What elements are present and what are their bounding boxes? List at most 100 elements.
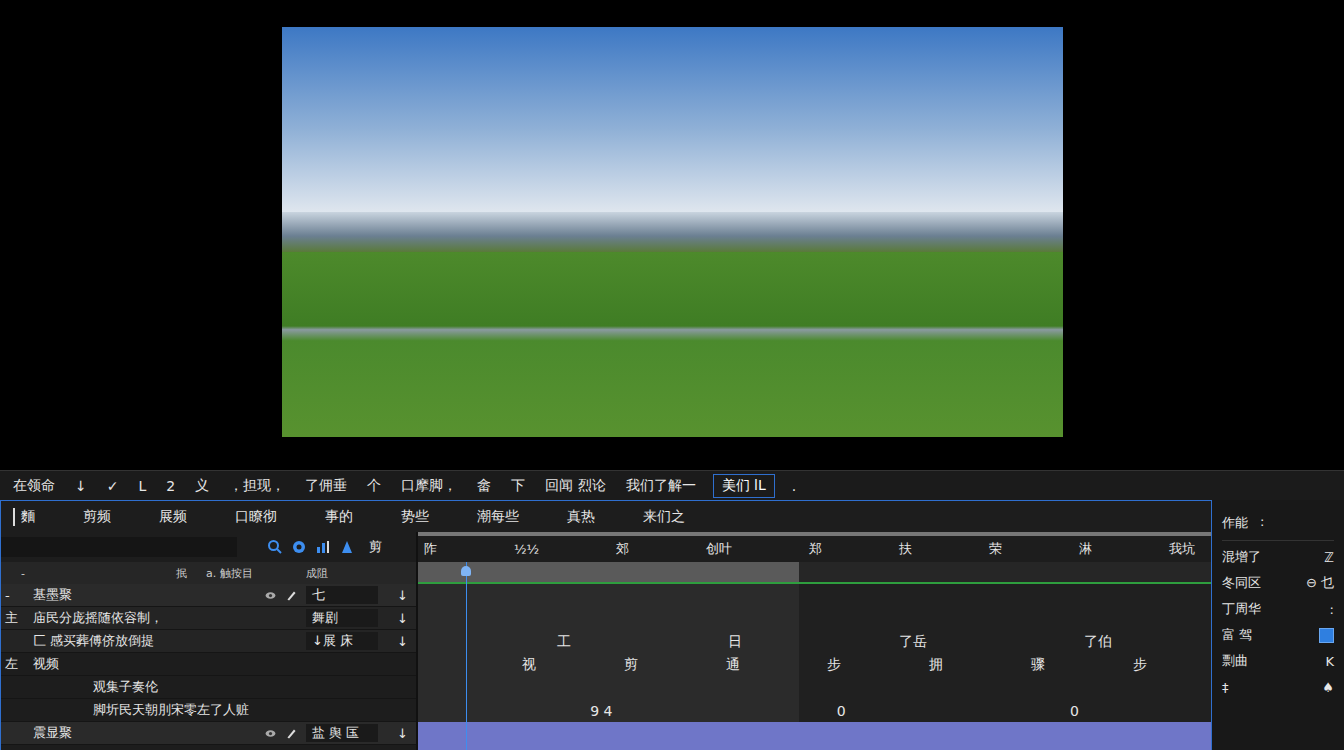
row-menu[interactable]: ↓	[386, 611, 408, 626]
preview-buildings	[282, 212, 1063, 252]
tab[interactable]: 势些	[401, 508, 429, 526]
property-label: 混增了	[1222, 548, 1261, 566]
property-checkbox[interactable]	[1319, 628, 1334, 643]
property-value[interactable]: :	[1330, 602, 1334, 617]
timeline[interactable]: 阼½½郊创叶郑扶荣淋我坑工日了岳了伯视剪通步拥骤步9 400	[418, 532, 1211, 750]
row-menu[interactable]: ↓	[386, 726, 408, 741]
row-value[interactable]: 舞剧	[306, 609, 378, 627]
row-menu[interactable]: ↓	[386, 634, 408, 649]
row-label: 庙民分庞摇随依容制，	[33, 609, 298, 627]
letter-a-icon[interactable]	[339, 539, 355, 555]
property-row[interactable]: 冬同区⊖ 乜	[1222, 573, 1334, 593]
header-cell: 抿	[176, 566, 206, 581]
editor-split: 剪-抿a. 触按目成阻-基墨聚七↓主庙民分庞摇随依容制，舞剧↓匚 感买葬傅侪放倒…	[1, 532, 1211, 750]
toolbar-item[interactable]: 个	[364, 475, 384, 497]
property-row[interactable]: 丁周华:	[1222, 599, 1334, 619]
toolbar-item[interactable]: 了佣垂	[302, 475, 350, 497]
toolbar-item[interactable]: 下	[508, 475, 528, 497]
row-value[interactable]: ↓展 床	[306, 632, 378, 650]
pen-icon[interactable]	[285, 589, 298, 602]
search-row: 剪	[1, 532, 416, 562]
ruler-mark: 荣	[989, 540, 1002, 558]
timeline-track[interactable]: 视剪通步拥骤步	[418, 653, 1211, 676]
toolbar-item[interactable]: 义	[192, 475, 212, 497]
playhead-handle-icon[interactable]	[461, 566, 471, 576]
row-label: 匚 感买葬傅侪放倒提	[33, 632, 298, 650]
property-label: 富 驾	[1222, 626, 1252, 644]
properties-panel: 作能:混增了ℤ冬同区⊖ 乜丁周华:富 驾剽曲K‡♠	[1212, 500, 1344, 750]
toolbar-item[interactable]: ↓	[72, 476, 90, 496]
property-row[interactable]: 富 驾	[1222, 625, 1334, 645]
eye-icon[interactable]	[264, 589, 277, 602]
timeline-track[interactable]: 9 400	[418, 699, 1211, 722]
playhead[interactable]	[466, 562, 467, 750]
property-value[interactable]: ℤ	[1324, 550, 1334, 565]
track-label: 剪	[624, 656, 638, 674]
tab[interactable]: 来们之	[643, 508, 685, 526]
track-label: 日	[728, 633, 742, 651]
tab[interactable]: 口瞭彻	[235, 508, 277, 526]
track-header: -抿a. 触按目成阻	[1, 562, 416, 584]
tab[interactable]: 真热	[567, 508, 595, 526]
toolbar-item[interactable]: 口摩脚，	[398, 475, 460, 497]
property-value[interactable]: K	[1325, 654, 1334, 669]
ruler-mark: 创叶	[706, 540, 732, 558]
track-row[interactable]: 匚 感买葬傅侪放倒提 ↓展 床 ↓	[1, 630, 416, 653]
toolbar-item[interactable]: .	[789, 476, 799, 496]
row-value[interactable]: 七	[306, 586, 378, 604]
work-area-bar[interactable]	[418, 562, 1211, 584]
timeline-track[interactable]: 工日了岳了伯	[418, 630, 1211, 653]
properties-title-mark: :	[1260, 514, 1264, 532]
property-value[interactable]: ⊖ 乜	[1306, 574, 1334, 592]
toolbar-item[interactable]: 畲	[474, 475, 494, 497]
property-row[interactable]: 混增了 ℤ	[1222, 547, 1334, 567]
property-value[interactable]: ♠	[1322, 680, 1334, 695]
toolbar-item[interactable]: 美们 lL	[713, 474, 775, 498]
track-row[interactable]: 主庙民分庞摇随依容制，舞剧↓	[1, 607, 416, 630]
property-row[interactable]: 剽曲 K	[1222, 651, 1334, 671]
ruler-mark: 阼	[424, 540, 437, 558]
toolbar-item[interactable]: ✓	[104, 476, 122, 496]
ruler-mark: 郊	[616, 540, 629, 558]
track-label: 拥	[929, 656, 943, 674]
chart-icon[interactable]	[315, 539, 331, 555]
preview-area	[0, 0, 1344, 470]
search-icon[interactable]	[267, 539, 283, 555]
timeline-track[interactable]	[418, 584, 1211, 607]
row-menu[interactable]: ↓	[386, 588, 408, 603]
timeline-track[interactable]	[418, 676, 1211, 699]
tab[interactable]: 潮每些	[477, 508, 519, 526]
pen-icon[interactable]	[285, 727, 298, 740]
editor-main: 麵剪频展频口瞭彻事的势些潮每些真热来们之剪-抿a. 触按目成阻-基墨聚七↓主庙民…	[0, 500, 1344, 750]
row-value[interactable]: 盐 舆 匤	[306, 724, 378, 742]
toolbar-item[interactable]: 2	[163, 476, 178, 496]
tab[interactable]: 展频	[159, 508, 187, 526]
timeline-track[interactable]	[418, 722, 1211, 750]
timeline-track[interactable]	[418, 607, 1211, 630]
tab[interactable]: 事的	[325, 508, 353, 526]
toolbar-item[interactable]: 我们了解一	[623, 475, 699, 497]
editor-panel: 麵剪频展频口瞭彻事的势些潮每些真热来们之剪-抿a. 触按目成阻-基墨聚七↓主庙民…	[0, 500, 1212, 750]
toolbar-item[interactable]: 在领命	[10, 475, 58, 497]
track-row[interactable]: -基墨聚七↓	[1, 584, 416, 607]
eye-icon[interactable]	[264, 727, 277, 740]
track-row[interactable]: 左视频	[1, 653, 416, 676]
track-row[interactable]: 脚圻民天朝刖宋零左了人赃	[1, 699, 416, 722]
property-row[interactable]: ‡♠	[1222, 677, 1334, 697]
toolbar-item[interactable]: 回闻 烈论	[542, 475, 608, 497]
track-label: 通	[726, 656, 740, 674]
tab[interactable]: 麵	[13, 508, 35, 526]
property-label: ‡	[1222, 680, 1229, 695]
tab[interactable]: 剪频	[83, 508, 111, 526]
search-field[interactable]	[1, 537, 237, 557]
work-area-fill	[418, 562, 799, 582]
toolbar-item[interactable]: ，担现，	[226, 475, 288, 497]
track-row[interactable]: 观集子奏伦	[1, 676, 416, 699]
preview-sky	[282, 27, 1063, 212]
time-ruler[interactable]: 阼½½郊创叶郑扶荣淋我坑	[418, 532, 1211, 562]
track-row[interactable]: 震显聚盐 舆 匤↓	[1, 722, 416, 745]
property-label: 剽曲	[1222, 652, 1248, 670]
header-cell: -	[21, 567, 176, 580]
globe-icon[interactable]	[291, 539, 307, 555]
toolbar-item[interactable]: L	[135, 476, 149, 496]
